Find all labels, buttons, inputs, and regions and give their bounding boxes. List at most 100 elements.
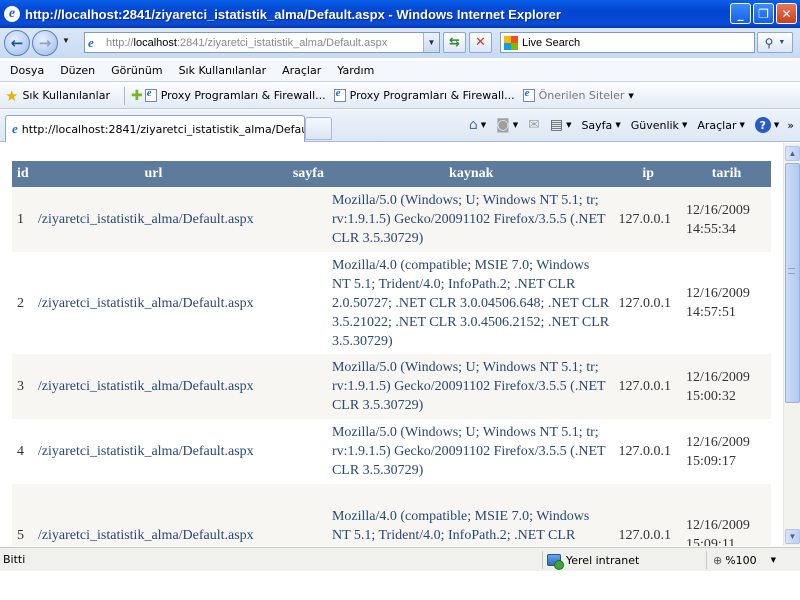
scrollbar-thumb[interactable] [785, 163, 800, 403]
live-search-logo-icon [504, 35, 518, 50]
chevron-down-icon: ▼ [681, 121, 688, 129]
page-menu-button[interactable]: Sayfa ▼ [581, 119, 620, 132]
zoom-control[interactable]: ⊕ %100 ▼ [706, 551, 776, 569]
home-icon: ⌂ [468, 117, 478, 133]
search-placeholder: Live Search [522, 36, 581, 49]
command-bar: ⌂ ▼ ◙ ▼ ✉ ▤ ▼ Sayfa ▼ Güvenlik ▼ Araçlar ▼ ? ▼ … [459, 117, 794, 133]
menu-help[interactable]: Yardım [329, 64, 382, 77]
close-icon[interactable]: ✕ [776, 3, 797, 24]
cell-tarih: 12/16/2009 15:09:17 [682, 419, 771, 484]
window-title: http://localhost:2841/ziyaretci_istatist… [25, 6, 561, 22]
favorite-link-label: Proxy Programları & Firewall... [349, 89, 515, 102]
address-input[interactable]: http://localhost:2841/ziyaretci_istatist… [106, 37, 387, 49]
new-tab-button[interactable] [305, 117, 332, 140]
table-row: 1 /ziyaretci_istatistik_alma/Default.asp… [12, 187, 771, 252]
cell-sayfa [272, 484, 328, 546]
scroll-down-icon[interactable]: ▼ [785, 529, 800, 544]
menu-tools[interactable]: Araçlar [274, 64, 329, 77]
cell-id: 4 [12, 419, 34, 484]
intranet-zone-icon [547, 554, 564, 570]
desktop-area [0, 571, 800, 600]
cell-sayfa [272, 252, 328, 354]
page-icon [144, 87, 157, 102]
search-button[interactable]: ⚲ ▼ [757, 32, 793, 53]
print-button[interactable]: ▤ ▼ [550, 117, 572, 133]
cell-tarih: 12/16/2009 15:00:32 [682, 354, 771, 419]
cell-url: /ziyaretci_istatistik_alma/Default.aspx [33, 484, 273, 546]
navigation-bar: ← → ▼ e http://localhost:2841/ziyaretci_… [0, 28, 800, 58]
add-to-favorites-bar-icon[interactable]: ✚ [131, 88, 143, 104]
recent-pages-dropdown-icon[interactable]: ▼ [62, 36, 70, 45]
vertical-scrollbar[interactable]: ▲ ▼ [783, 143, 800, 546]
forward-button[interactable]: → [32, 30, 58, 56]
stop-button[interactable]: ✕ [469, 32, 492, 53]
column-header-kaynak: kaynak [327, 161, 615, 187]
chevron-down-icon: ▼ [615, 121, 621, 129]
chevron-down-icon: ▼ [770, 556, 777, 564]
visitor-stats-table: id url sayfa kaynak ip tarih 1 /ziyaretc… [12, 161, 771, 546]
cell-kaynak: Mozilla/5.0 (Windows; U; Windows NT 5.1;… [327, 354, 615, 419]
safety-menu-button[interactable]: Güvenlik ▼ [631, 119, 688, 132]
menu-favorites[interactable]: Sık Kullanılanlar [171, 64, 275, 77]
chevron-down-icon: ▼ [739, 121, 745, 129]
tools-menu-button[interactable]: Araçlar ▼ [697, 119, 745, 132]
minimize-icon[interactable]: _ [730, 3, 751, 24]
favorite-link-2[interactable]: Proxy Programları & Firewall... [333, 87, 515, 102]
status-text: Bitti [3, 553, 26, 566]
back-button[interactable]: ← [4, 30, 30, 56]
cell-tarih: 12/16/2009 14:55:34 [682, 187, 771, 252]
menu-view[interactable]: Görünüm [103, 64, 170, 77]
tab-bar: e http://localhost:2841/ziyaretci_istati… [0, 110, 800, 142]
column-header-ip: ip [614, 161, 683, 187]
table-row: 5 /ziyaretci_istatistik_alma/Default.asp… [12, 484, 771, 546]
column-header-url: url [33, 161, 273, 187]
favorites-label: Sık Kullanılanlar [22, 89, 110, 102]
suggested-sites-label: Önerilen Siteler [538, 89, 625, 102]
cell-tarih: 12/16/2009 14:57:51 [682, 252, 771, 354]
chevron-down-icon: ▼ [566, 121, 572, 129]
suggested-sites-button[interactable]: Önerilen Siteler ▼ [522, 87, 634, 102]
tab-title: http://localhost:2841/ziyaretci_istatist… [21, 122, 305, 136]
home-button[interactable]: ⌂ ▼ [469, 117, 486, 133]
printer-icon: ▤ [549, 117, 564, 133]
tools-menu-label: Araçlar [697, 118, 737, 132]
favorite-link-1[interactable]: Proxy Programları & Firewall... [144, 87, 326, 102]
cell-sayfa [272, 419, 328, 484]
cell-kaynak: Mozilla/4.0 (compatible; MSIE 7.0; Windo… [327, 484, 615, 546]
menu-edit[interactable]: Düzen [52, 64, 103, 77]
refresh-button[interactable]: ⇆ [443, 32, 466, 53]
mail-button[interactable]: ✉ [528, 117, 540, 133]
chevron-down-icon: ▼ [773, 121, 780, 129]
feeds-button[interactable]: ◙ ▼ [496, 117, 518, 133]
mail-icon: ✉ [528, 117, 540, 133]
column-header-id: id [12, 161, 34, 187]
cell-id: 3 [12, 354, 34, 419]
chevron-down-icon: ▼ [628, 91, 634, 100]
help-button[interactable]: ? ▼ [754, 117, 780, 133]
cell-url: /ziyaretci_istatistik_alma/Default.aspx [33, 187, 273, 252]
cell-sayfa [272, 187, 328, 252]
search-icon: ⚲ [764, 35, 774, 50]
cell-url: /ziyaretci_istatistik_alma/Default.aspx [33, 354, 273, 419]
security-zone[interactable]: Yerel intranet [542, 551, 640, 570]
rss-icon: ◙ [496, 117, 510, 133]
more-commands-icon[interactable]: » [787, 119, 794, 132]
scrollbar-grip [788, 268, 795, 274]
tab-current[interactable]: e http://localhost:2841/ziyaretci_istati… [5, 115, 305, 142]
menu-file[interactable]: Dosya [2, 64, 52, 77]
page-icon: e [12, 121, 18, 136]
cell-url: /ziyaretci_istatistik_alma/Default.aspx [33, 252, 273, 354]
search-options-dropdown-icon[interactable]: ▼ [778, 39, 785, 46]
cell-url: /ziyaretci_istatistik_alma/Default.aspx [33, 419, 273, 484]
address-dropdown-icon[interactable]: ▼ [423, 33, 439, 52]
scroll-up-icon[interactable]: ▲ [785, 146, 800, 161]
page-menu-label: Sayfa [581, 118, 613, 132]
window-controls: _ ❐ ✕ [730, 3, 797, 24]
address-bar[interactable]: e http://localhost:2841/ziyaretci_istati… [84, 32, 440, 53]
restore-icon[interactable]: ❐ [753, 3, 774, 24]
cell-id: 1 [12, 187, 34, 252]
zone-label: Yerel intranet [566, 553, 640, 567]
favorites-button[interactable]: ★ Sık Kullanılanlar [5, 87, 110, 105]
search-input[interactable]: Live Search [500, 32, 755, 53]
favorite-link-label: Proxy Programları & Firewall... [160, 89, 326, 102]
